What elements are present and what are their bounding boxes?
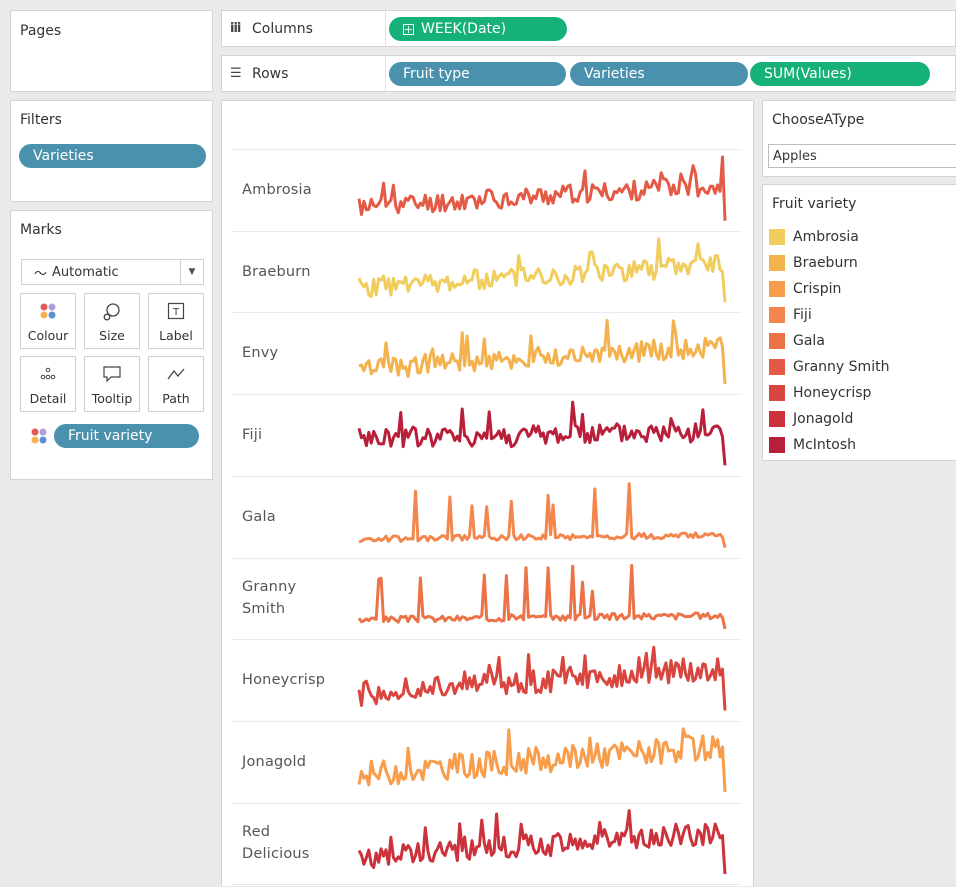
legend-item[interactable]: Fiji xyxy=(769,305,812,325)
parameter-panel[interactable]: ChooseAType Apples xyxy=(762,100,956,177)
legend-swatch xyxy=(769,359,785,375)
sparkline-series[interactable] xyxy=(357,237,727,303)
legend-item-label: McIntosh xyxy=(793,437,856,453)
sparkline-series[interactable] xyxy=(357,155,727,221)
legend-item[interactable]: Gala xyxy=(769,331,825,351)
pill-varieties[interactable]: Varieties xyxy=(570,62,748,86)
rows-shelf[interactable]: ☰ Rows Fruit type Varieties SUM(Values) xyxy=(221,55,956,92)
colour-button[interactable]: Colour xyxy=(20,293,76,349)
sparkline-series[interactable] xyxy=(358,318,727,385)
svg-text:T: T xyxy=(172,307,180,318)
plus-box-icon: + xyxy=(403,22,414,36)
pages-panel[interactable]: Pages xyxy=(10,10,213,92)
marks-colour-pill-label: Fruit variety xyxy=(68,428,153,444)
filter-pill-label: Varieties xyxy=(33,148,94,164)
detail-button[interactable]: Detail xyxy=(20,356,76,412)
label-button-label: Label xyxy=(159,328,193,343)
legend-swatch xyxy=(769,437,785,453)
detail-icon xyxy=(21,365,75,386)
pill-fruit-type-label: Fruit type xyxy=(403,66,470,82)
colour-button-label: Colour xyxy=(27,328,69,343)
legend-swatch xyxy=(769,307,785,323)
mark-type-label: Automatic xyxy=(52,264,119,280)
tooltip-icon xyxy=(85,365,139,386)
chevron-down-icon[interactable]: ▼ xyxy=(180,260,203,284)
tooltip-button-label: Tooltip xyxy=(91,391,133,406)
label-icon: T xyxy=(149,302,203,323)
sparkline-series[interactable] xyxy=(357,564,727,630)
filter-pill-varieties[interactable]: Varieties xyxy=(19,144,206,168)
legend-swatch xyxy=(769,411,785,427)
mark-type-dropdown[interactable]: 〜 Automatic ▼ xyxy=(21,259,204,285)
legend-swatch xyxy=(769,281,785,297)
legend-item-label: Crispin xyxy=(793,281,842,297)
path-icon xyxy=(149,365,203,386)
filters-panel[interactable]: Filters Varieties xyxy=(10,100,213,202)
rows-label: Rows xyxy=(252,65,289,82)
detail-button-label: Detail xyxy=(29,391,67,406)
parameter-value: Apples xyxy=(773,148,817,164)
rows-shelf-label: ☰ Rows xyxy=(222,56,386,91)
line-mark-icon: 〜 xyxy=(34,266,48,282)
legend-swatch xyxy=(769,229,785,245)
columns-label: Columns xyxy=(252,20,313,37)
legend-item[interactable]: Granny Smith xyxy=(769,357,889,377)
parameter-title: ChooseAType xyxy=(772,112,865,128)
pill-week-date[interactable]: + WEEK(Date) xyxy=(389,17,567,41)
columns-icon: iii xyxy=(230,21,241,36)
pill-varieties-label: Varieties xyxy=(584,66,645,82)
columns-shelf-label: iii Columns xyxy=(222,11,386,46)
sparkline-series[interactable] xyxy=(357,727,727,793)
parameter-input[interactable]: Apples xyxy=(768,144,956,168)
legend-item[interactable]: Crispin xyxy=(769,279,841,299)
columns-shelf[interactable]: iii Columns + WEEK(Date) xyxy=(221,10,956,47)
legend-swatch xyxy=(769,385,785,401)
tooltip-button[interactable]: Tooltip xyxy=(84,356,140,412)
legend-item[interactable]: Jonagold xyxy=(769,409,853,429)
colour-dots-icon xyxy=(30,427,48,449)
legend-item-label: Honeycrisp xyxy=(793,385,872,401)
pill-week-date-label: WEEK(Date) xyxy=(421,21,507,37)
chart-view[interactable]: Ambrosia Braeburn Envy Fiji Gala Granny Smith… xyxy=(221,100,754,886)
legend-item-label: Granny Smith xyxy=(793,359,890,375)
marks-title: Marks xyxy=(20,222,62,238)
legend-item-label: Fiji xyxy=(793,307,812,323)
legend-item[interactable]: McIntosh xyxy=(769,435,856,455)
marks-colour-pill-fruit-variety[interactable]: Fruit variety xyxy=(54,424,199,448)
legend-swatch xyxy=(769,255,785,271)
legend-item-label: Ambrosia xyxy=(793,229,859,245)
legend-item[interactable]: Honeycrisp xyxy=(769,383,871,403)
legend-item[interactable]: Braeburn xyxy=(769,253,858,273)
sparkline-series[interactable] xyxy=(357,400,727,466)
pill-sum-values-label: SUM(Values) xyxy=(764,66,852,82)
filters-title: Filters xyxy=(20,112,62,128)
sparkline-series[interactable] xyxy=(357,645,727,711)
legend-item[interactable]: Ambrosia xyxy=(769,227,859,247)
sparkline-series[interactable] xyxy=(357,809,727,875)
pill-fruit-type[interactable]: Fruit type xyxy=(389,62,566,86)
sparkline-series[interactable] xyxy=(358,482,727,548)
size-button[interactable]: Size xyxy=(84,293,140,349)
legend-swatch xyxy=(769,333,785,349)
pages-title: Pages xyxy=(20,23,62,39)
path-button-label: Path xyxy=(162,391,190,406)
legend-panel[interactable]: Fruit variety Ambrosia Braeburn Crispin Fij… xyxy=(762,184,956,461)
legend-title: Fruit variety xyxy=(772,196,857,212)
label-button[interactable]: T Label xyxy=(148,293,204,349)
legend-item-label: Braeburn xyxy=(793,255,858,271)
marks-panel[interactable]: Marks 〜 Automatic ▼ Colour Size T Label … xyxy=(10,210,213,480)
legend-item-label: Jonagold xyxy=(793,411,854,427)
size-icon xyxy=(85,302,139,325)
rows-icon: ☰ xyxy=(230,66,242,81)
legend-item-label: Gala xyxy=(793,333,825,349)
sparkline-chart xyxy=(357,155,727,875)
path-button[interactable]: Path xyxy=(148,356,204,412)
pill-sum-values[interactable]: SUM(Values) xyxy=(750,62,930,86)
colour-dots-icon xyxy=(21,302,75,323)
size-button-label: Size xyxy=(99,328,125,343)
